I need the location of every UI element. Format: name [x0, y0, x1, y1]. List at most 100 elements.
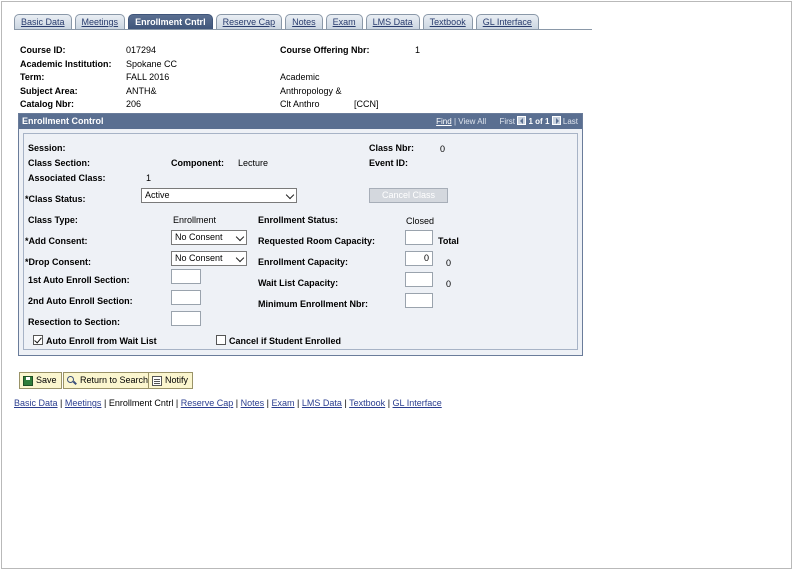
nav-separator: | [453, 117, 457, 126]
requested-room-capacity-label: Requested Room Capacity: [258, 236, 376, 246]
link-separator: | [344, 398, 347, 408]
notify-button[interactable]: Notify [148, 372, 194, 389]
link-notes[interactable]: Notes [241, 398, 265, 408]
add-consent-label: *Add Consent: [25, 236, 88, 246]
class-nbr-value: 0 [440, 144, 446, 154]
first-auto-enroll-input[interactable] [171, 269, 201, 284]
associated-class-label: Associated Class: [28, 173, 106, 183]
link-meetings[interactable]: Meetings [65, 398, 102, 408]
enrollment-control-header: Enrollment Control Find | View All First… [19, 114, 582, 129]
link-gl-interface[interactable]: GL Interface [393, 398, 442, 408]
course-id-value: 017294 [126, 45, 157, 55]
enrollment-status-label: Enrollment Status: [258, 215, 339, 225]
catalog-nbr-label: Catalog Nbr: [20, 99, 74, 109]
wait-list-capacity-input[interactable] [405, 272, 433, 287]
row-count: 1 of 1 [528, 117, 550, 126]
course-offering-label: Course Offering Nbr: [280, 45, 370, 55]
enrollment-capacity-label: Enrollment Capacity: [258, 257, 349, 267]
notify-label: Notify [165, 375, 189, 385]
cancel-if-enrolled-label: Cancel if Student Enrolled [229, 336, 342, 346]
tab-notes[interactable]: Notes [285, 14, 323, 30]
link-basic-data[interactable]: Basic Data [14, 398, 58, 408]
auto-enroll-wait-list-label: Auto Enroll from Wait List [46, 336, 157, 346]
class-type-value: Enrollment [173, 215, 217, 225]
class-status-value: Active [145, 190, 170, 200]
grid-navigation: Find | View All First 1 of 1 Last [436, 116, 578, 126]
tab-gl-interface[interactable]: GL Interface [475, 14, 539, 30]
term-label: Term: [20, 72, 45, 82]
second-auto-enroll-label: 2nd Auto Enroll Section: [28, 296, 133, 306]
total-label: Total [438, 236, 459, 246]
chevron-down-icon [235, 232, 245, 242]
resection-label: Resection to Section: [28, 317, 121, 327]
find-link[interactable]: Find [436, 117, 452, 126]
tab-bar: Basic Data Meetings Enrollment Cntrl Res… [14, 14, 542, 30]
institution-label: Academic Institution: [20, 59, 112, 69]
class-section-label: Class Section: [28, 158, 91, 168]
add-consent-select[interactable]: No Consent [171, 230, 247, 245]
first-row-icon[interactable] [517, 116, 527, 125]
term-value: FALL 2016 [126, 72, 170, 82]
term-description: Academic [280, 72, 320, 82]
session-label: Session: [28, 143, 66, 153]
class-nbr-label: Class Nbr: [369, 143, 415, 153]
minimum-enrollment-label: Minimum Enrollment Nbr: [258, 299, 368, 309]
tab-lms-data[interactable]: LMS Data [365, 14, 420, 30]
subject-area-value: ANTH& [126, 86, 157, 96]
tab-textbook[interactable]: Textbook [422, 14, 473, 30]
event-id-label: Event ID: [369, 158, 409, 168]
auto-enroll-wait-list-checkbox[interactable] [33, 335, 43, 345]
tab-exam[interactable]: Exam [325, 14, 363, 30]
catalog-ccn: [CCN] [354, 99, 379, 109]
catalog-description: Clt Anthro [280, 99, 320, 109]
course-offering-value: 1 [415, 45, 421, 55]
drop-consent-label: *Drop Consent: [25, 257, 91, 267]
return-to-search-label: Return to Search [80, 375, 149, 385]
link-separator: | [60, 398, 63, 408]
course-id-label: Course ID: [20, 45, 66, 55]
save-label: Save [36, 375, 57, 385]
component-value: Lecture [238, 158, 269, 168]
minimum-enrollment-input[interactable] [405, 293, 433, 308]
link-separator: | [387, 398, 391, 408]
institution-value: Spokane CC [126, 59, 178, 69]
chevron-down-icon [285, 190, 295, 200]
tab-underline [14, 29, 592, 30]
class-type-label: Class Type: [28, 215, 78, 225]
class-status-select[interactable]: Active [141, 188, 297, 203]
link-separator: | [103, 398, 107, 408]
cancel-class-button[interactable]: Cancel Class [369, 188, 448, 203]
tab-reserve-cap[interactable]: Reserve Cap [215, 14, 283, 30]
link-textbook[interactable]: Textbook [349, 398, 385, 408]
requested-room-capacity-input[interactable] [405, 230, 433, 245]
enrollment-control-title: Enrollment Control [22, 116, 104, 126]
save-button[interactable]: Save [19, 372, 62, 389]
wait-list-capacity-label: Wait List Capacity: [258, 278, 339, 288]
notify-icon [152, 375, 162, 386]
link-lms-data[interactable]: LMS Data [302, 398, 342, 408]
resection-input[interactable] [171, 311, 201, 326]
link-exam[interactable]: Exam [272, 398, 295, 408]
enrollment-status-value: Closed [406, 216, 435, 226]
tab-meetings[interactable]: Meetings [74, 14, 126, 30]
second-auto-enroll-input[interactable] [171, 290, 201, 305]
add-consent-value: No Consent [175, 232, 223, 242]
class-status-label: *Class Status: [25, 194, 86, 204]
last-row-icon[interactable] [551, 116, 561, 125]
view-all-link[interactable]: View All [458, 117, 486, 126]
first-auto-enroll-label: 1st Auto Enroll Section: [28, 275, 130, 285]
first-label: First [499, 117, 516, 126]
link-separator: | [175, 398, 179, 408]
cancel-if-enrolled-checkbox[interactable] [216, 335, 226, 345]
page-link-bar: Basic Data | Meetings | Enrollment Cntrl… [14, 398, 442, 408]
return-to-search-button[interactable]: Return to Search [63, 372, 154, 389]
associated-class-value: 1 [146, 173, 152, 183]
link-separator: | [235, 398, 239, 408]
enrollment-capacity-input[interactable]: 0 [405, 251, 433, 266]
tab-enrollment-cntrl[interactable]: Enrollment Cntrl [128, 14, 213, 30]
drop-consent-select[interactable]: No Consent [171, 251, 247, 266]
tab-basic-data[interactable]: Basic Data [14, 14, 72, 30]
link-reserve-cap[interactable]: Reserve Cap [181, 398, 234, 408]
subject-area-description: Anthropology & [280, 86, 342, 96]
catalog-nbr-value: 206 [126, 99, 142, 109]
